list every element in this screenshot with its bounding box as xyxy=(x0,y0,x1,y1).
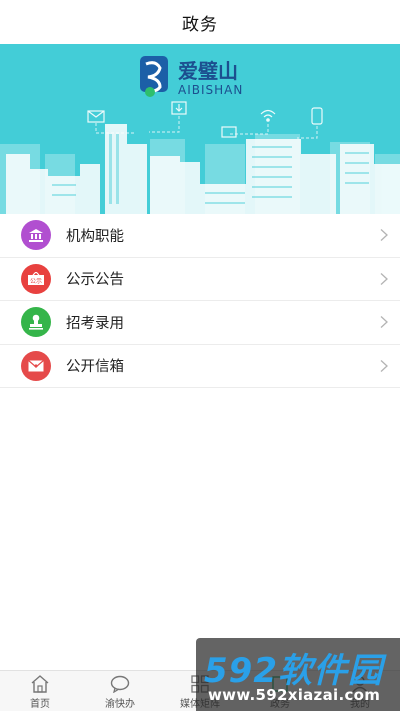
chat-icon xyxy=(110,674,130,694)
tab-label: 渝快办 xyxy=(105,699,135,710)
notice-icon-text: 公示 xyxy=(30,278,42,285)
brand-name-en: AIBISHAN xyxy=(178,83,243,97)
menu-item-label: 公开信箱 xyxy=(66,359,124,376)
wifi-icon xyxy=(260,109,276,118)
chevron-right-icon xyxy=(380,359,388,372)
notice-icon: 公示 xyxy=(21,263,51,294)
banner: 爱璧山 AIBISHAN xyxy=(0,44,400,214)
menu-item-notice[interactable]: 公示 公示公告 xyxy=(0,257,400,301)
stamp-icon xyxy=(21,307,51,338)
menu-item-label: 机构职能 xyxy=(66,228,124,245)
brand-name-cn: 爱璧山 xyxy=(178,59,238,83)
watermark-text: 592软件园 xyxy=(204,651,383,691)
tab-label: 首页 xyxy=(30,699,50,710)
mailbox-icon xyxy=(21,350,51,381)
phone-icon xyxy=(311,107,323,125)
menu-item-institution[interactable]: 机构职能 xyxy=(0,214,400,258)
menu-item-label: 公示公告 xyxy=(66,272,124,289)
watermark: 592软件园 www.592xiazai.com xyxy=(196,638,400,711)
chevron-right-icon xyxy=(380,229,388,242)
watermark-url: www.592xiazai.com xyxy=(208,686,381,704)
chevron-right-icon xyxy=(380,272,388,285)
home-icon xyxy=(30,674,50,694)
institution-icon xyxy=(21,220,51,251)
menu-list: 机构职能 公示 公示公告 招考录用 公开信箱 xyxy=(0,214,400,388)
menu-item-label: 招考录用 xyxy=(66,315,124,332)
chat-bubble-icon xyxy=(221,126,237,138)
tab-yukuaiban[interactable]: 渝快办 xyxy=(80,671,160,711)
chevron-right-icon xyxy=(380,316,388,329)
logo-icon xyxy=(140,56,168,97)
tab-home[interactable]: 首页 xyxy=(0,671,80,711)
page-title: 政务 xyxy=(182,14,218,35)
menu-item-recruitment[interactable]: 招考录用 xyxy=(0,301,400,345)
top-bar: 政务 xyxy=(0,0,400,44)
menu-item-mailbox[interactable]: 公开信箱 xyxy=(0,344,400,388)
watermark-logo: 592软件园 xyxy=(204,643,383,692)
